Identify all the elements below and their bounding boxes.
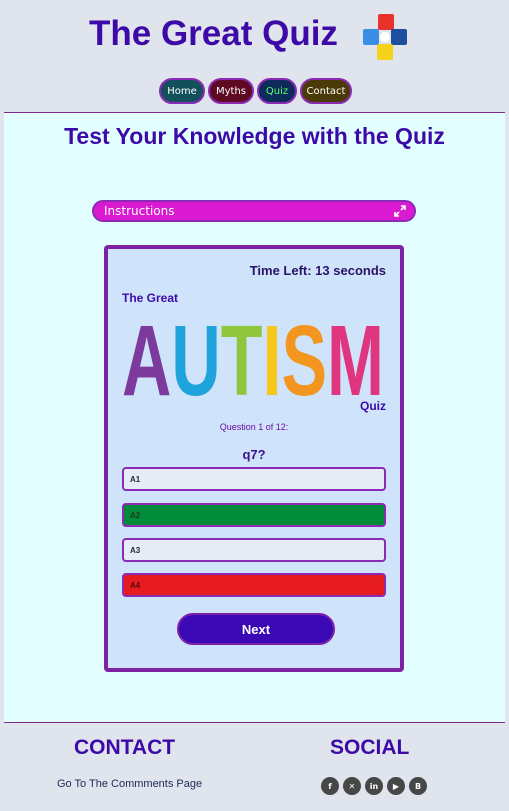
brand-caption-bottom: Quiz [360,399,386,413]
autism-logo: AUTISM [122,307,384,402]
svg-text:AUTISM: AUTISM [122,307,384,402]
youtube-icon[interactable]: ▶ [387,777,405,795]
expand-icon [394,205,406,217]
puzzle-logo-icon [363,14,407,60]
comments-link[interactable]: Go To The Commments Page [57,778,202,790]
page-title: Test Your Knowledge with the Quiz [64,123,445,149]
answer-option-3[interactable]: A3 [122,538,386,562]
facebook-icon[interactable]: f [321,777,339,795]
footer-social-heading: SOCIAL [330,736,410,759]
x-icon[interactable]: ✕ [343,777,361,795]
main-content: Test Your Knowledge with the Quiz Instru… [4,113,505,722]
footer-contact-heading: CONTACT [74,736,176,759]
instructions-toggle[interactable]: Instructions [92,200,416,222]
nav-home[interactable]: Home [159,78,205,104]
question-counter: Question 1 of 12: [219,422,289,432]
instructions-label: Instructions [104,204,175,218]
quiz-card: Time Left: 13 seconds The Great AUTISM Q… [104,245,404,672]
answer-option-4[interactable]: A4 [122,573,386,597]
nav-contact[interactable]: Contact [300,78,352,104]
blogger-icon[interactable]: B [409,777,427,795]
main-nav: Home Myths Quiz Contact [159,78,352,104]
nav-myths[interactable]: Myths [208,78,254,104]
brand-caption-top: The Great [122,291,179,305]
linkedin-icon[interactable]: in [365,777,383,795]
answer-option-1[interactable]: A1 [122,467,386,491]
answer-option-2[interactable]: A2 [122,503,386,527]
question-text: q7? [242,447,266,462]
site-header: The Great Quiz Home Myths Quiz Contact [0,0,509,112]
site-title: The Great Quiz [89,14,338,53]
next-button[interactable]: Next [177,613,335,645]
nav-quiz[interactable]: Quiz [257,78,297,104]
social-icons: f ✕ in ▶ B [321,777,427,795]
timer: Time Left: 13 seconds [249,263,386,278]
footer-divider [4,722,505,723]
